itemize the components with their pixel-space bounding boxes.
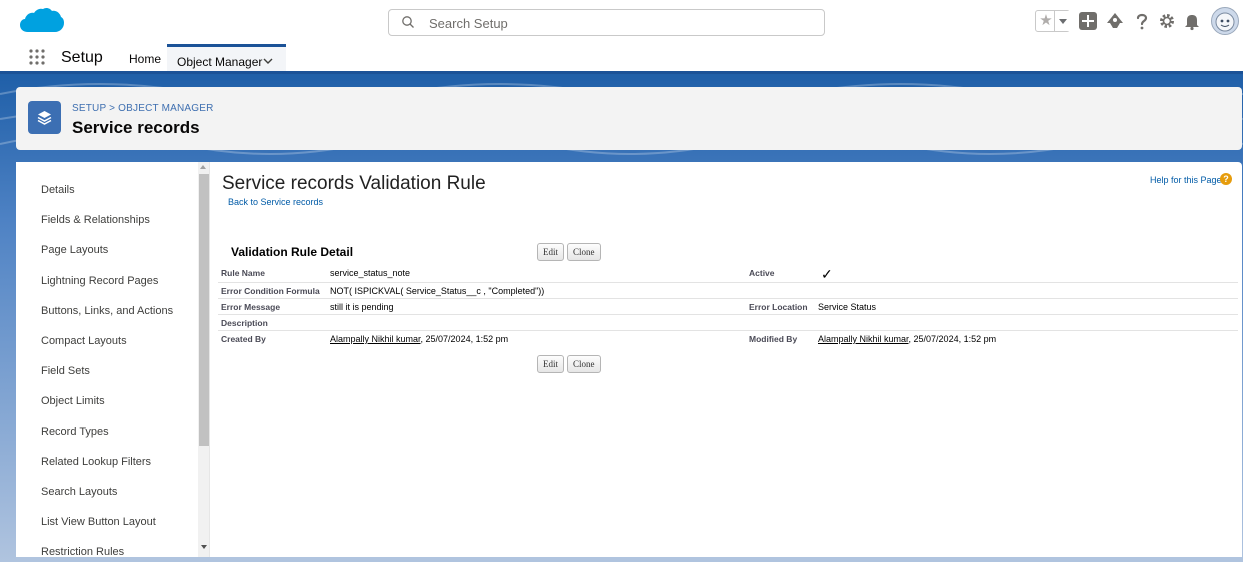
error-location-value: Service Status xyxy=(818,302,877,312)
favorites-star-icon[interactable]: ★ xyxy=(1038,12,1054,30)
trailhead-icon[interactable] xyxy=(1105,11,1125,31)
error-message-label: Error Message xyxy=(221,302,281,312)
tab-object-manager[interactable]: Object Manager xyxy=(167,44,286,71)
favorites-divider xyxy=(1054,11,1055,31)
modified-by-value: Alampally Nikhil kumar, 25/07/2024, 1:52… xyxy=(818,334,996,344)
global-header: Search Setup ★ xyxy=(0,0,1243,44)
sidebar-item-page-layouts[interactable]: Page Layouts xyxy=(41,244,108,256)
created-by-value: Alampally Nikhil kumar, 25/07/2024, 1:52… xyxy=(330,334,508,344)
sidebar: Details Fields & Relationships Page Layo… xyxy=(16,162,198,562)
edit-button-bottom[interactable]: Edit xyxy=(537,355,564,373)
sidebar-item-search-layouts[interactable]: Search Layouts xyxy=(41,486,117,498)
description-label: Description xyxy=(221,318,268,328)
sidebar-item-related-lookup-filters[interactable]: Related Lookup Filters xyxy=(41,456,151,468)
page-title: Service records xyxy=(72,118,200,137)
search-placeholder: Search Setup xyxy=(429,16,508,31)
sidebar-item-buttons-links-actions[interactable]: Buttons, Links, and Actions xyxy=(41,305,173,317)
context-navigation-bar: Setup Home Object Manager xyxy=(0,44,1243,74)
notification-bell-icon[interactable] xyxy=(1182,11,1202,31)
sidebar-scrollbar[interactable] xyxy=(198,162,210,560)
active-checkmark-icon: ✓ xyxy=(821,266,833,282)
row-divider xyxy=(218,282,1238,283)
search-icon xyxy=(402,16,414,28)
search-input[interactable]: Search Setup xyxy=(388,9,825,36)
modified-by-label: Modified By xyxy=(749,334,798,344)
formula-value: NOT( ISPICKVAL( Service_Status__c , "Com… xyxy=(330,286,545,296)
user-avatar-icon xyxy=(1215,12,1235,32)
row-divider xyxy=(218,330,1238,331)
created-by-date: , 25/07/2024, 1:52 pm xyxy=(420,334,509,344)
bottom-edge xyxy=(16,557,1242,562)
sidebar-item-lightning-record-pages[interactable]: Lightning Record Pages xyxy=(41,275,158,287)
salesforce-logo[interactable] xyxy=(18,6,66,38)
section-title: Validation Rule Detail xyxy=(231,245,354,259)
favorites-dropdown-icon[interactable] xyxy=(1056,11,1070,31)
sidebar-item-compact-layouts[interactable]: Compact Layouts xyxy=(41,335,127,347)
breadcrumb[interactable]: SETUP > OBJECT MANAGER xyxy=(72,103,214,114)
object-icon xyxy=(28,101,61,134)
app-launcher-icon[interactable] xyxy=(28,48,46,66)
row-divider xyxy=(218,314,1238,315)
active-label: Active xyxy=(749,268,775,278)
layers-icon xyxy=(37,111,52,125)
sidebar-item-record-types[interactable]: Record Types xyxy=(41,426,109,438)
sidebar-item-details[interactable]: Details xyxy=(41,184,75,196)
scroll-up-arrow-icon[interactable] xyxy=(200,165,206,169)
row-divider xyxy=(218,298,1238,299)
tab-object-manager-label: Object Manager xyxy=(177,55,263,69)
add-icon[interactable] xyxy=(1078,11,1098,31)
favorites-button-group[interactable]: ★ xyxy=(1035,10,1070,32)
content-title: Service records Validation Rule xyxy=(222,173,486,194)
formula-label: Error Condition Formula xyxy=(221,286,320,296)
app-name: Setup xyxy=(61,49,103,66)
rule-name-value: service_status_note xyxy=(330,268,411,278)
modified-by-user-link[interactable]: Alampally Nikhil kumar xyxy=(818,334,909,344)
tab-home[interactable]: Home xyxy=(120,44,170,71)
help-link[interactable]: Help for this Page xyxy=(1150,175,1222,185)
chevron-down-icon[interactable] xyxy=(263,57,273,65)
sidebar-item-list-view-button-layout[interactable]: List View Button Layout xyxy=(41,516,156,528)
sidebar-item-object-limits[interactable]: Object Limits xyxy=(41,395,105,407)
help-circle-icon[interactable]: ? xyxy=(1220,173,1232,185)
gear-icon[interactable] xyxy=(1157,11,1177,31)
clone-button-bottom[interactable]: Clone xyxy=(567,355,601,373)
created-by-user-link[interactable]: Alampally Nikhil kumar xyxy=(330,334,421,344)
object-header: SETUP > OBJECT MANAGER Service records xyxy=(16,87,1242,150)
error-message-value: still it is pending xyxy=(330,302,394,312)
rule-name-label: Rule Name xyxy=(221,268,265,278)
error-location-label: Error Location xyxy=(749,302,808,312)
created-by-label: Created By xyxy=(221,334,266,344)
modified-by-date: , 25/07/2024, 1:52 pm xyxy=(908,334,997,344)
sidebar-item-field-sets[interactable]: Field Sets xyxy=(41,365,90,377)
avatar[interactable] xyxy=(1211,7,1239,35)
help-icon[interactable] xyxy=(1132,11,1152,31)
clone-button[interactable]: Clone xyxy=(567,243,601,261)
edit-button[interactable]: Edit xyxy=(537,243,564,261)
scroll-down-arrow-icon[interactable] xyxy=(201,545,207,549)
scroll-thumb[interactable] xyxy=(199,174,209,446)
back-link[interactable]: Back to Service records xyxy=(228,197,323,207)
sidebar-item-fields-relationships[interactable]: Fields & Relationships xyxy=(41,214,150,226)
